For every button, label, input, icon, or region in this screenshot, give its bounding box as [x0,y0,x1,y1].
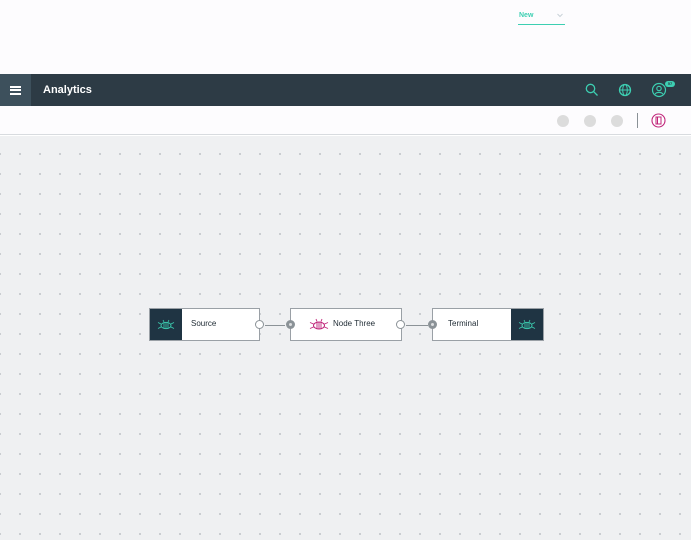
chevron-down-icon [557,13,563,18]
link-node-three-to-terminal[interactable] [406,325,428,326]
dropdown-selected-value: New [519,12,534,19]
bee-icon [309,318,329,330]
hamburger-menu-icon [10,85,21,95]
toolbar-divider [637,113,638,128]
node-terminal-label: Terminal [448,319,479,328]
hamburger-menu-button[interactable] [0,74,31,106]
app-title: Analytics [43,84,92,96]
notification-badge: 57 [665,81,675,87]
node-three-output-port[interactable] [396,320,405,329]
node-source-icon-box [150,309,182,340]
node-source-label: Source [191,319,217,328]
blank-top-area [0,0,691,74]
globe-icon[interactable] [617,82,633,98]
page: Analytics New 57 Source Node Three Termi… [0,0,691,540]
node-terminal-input-port[interactable] [428,320,437,329]
toolbar-circle-button-2[interactable] [584,115,596,127]
node-terminal[interactable]: Terminal [432,308,544,341]
link-source-to-node-three[interactable] [265,325,285,326]
toolbar-circle-button-1[interactable] [557,115,569,127]
bee-icon [518,319,536,329]
search-icon[interactable] [584,82,600,98]
node-terminal-icon-box [511,309,543,340]
bee-icon [157,319,175,329]
node-three-input-port[interactable] [286,320,295,329]
node-three-label: Node Three [333,319,376,328]
palette-toggle-icon[interactable] [651,113,666,128]
toolbar-circle-button-3[interactable] [611,115,623,127]
node-source[interactable]: Source [149,308,260,341]
new-dropdown[interactable]: New [518,8,565,25]
node-three[interactable]: Node Three [290,308,402,341]
node-source-output-port[interactable] [255,320,264,329]
